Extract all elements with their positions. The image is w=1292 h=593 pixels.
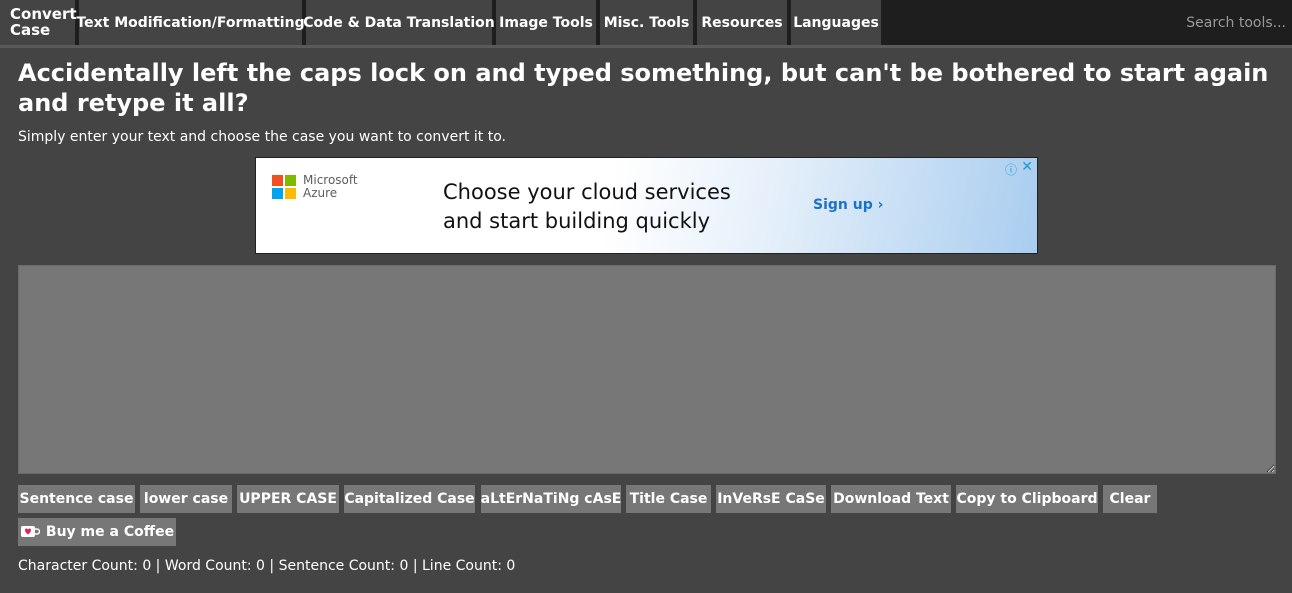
- alternating-case-button[interactable]: aLtErNaTiNg cAsE: [481, 485, 621, 513]
- nav-item-image-tools[interactable]: Image Tools: [496, 0, 596, 45]
- ad-headline-line-1: Choose your cloud services: [443, 180, 731, 204]
- microsoft-logo-icon: [272, 175, 296, 199]
- ad-signup-link[interactable]: Sign up ›: [813, 197, 883, 213]
- copy-to-clipboard-button[interactable]: Copy to Clipboard: [956, 485, 1098, 513]
- nav-item-text-modification[interactable]: Text Modification/Formatting: [76, 0, 305, 45]
- download-text-button[interactable]: Download Text: [831, 485, 951, 513]
- page-title: Accidentally left the caps lock on and t…: [18, 59, 1269, 117]
- sentence-case-button[interactable]: Sentence case: [18, 485, 135, 513]
- nav-item-languages[interactable]: Languages: [791, 0, 881, 45]
- text-stats: Character Count: 0 | Word Count: 0 | Sen…: [18, 558, 515, 574]
- inverse-case-button[interactable]: InVeRsE CaSe: [716, 485, 826, 513]
- site-logo[interactable]: Convert Case: [0, 0, 77, 45]
- close-icon[interactable]: ✕: [1021, 159, 1033, 175]
- character-count-label: Character Count:: [18, 558, 143, 574]
- coffee-cup-icon: [20, 525, 41, 539]
- ad-headline: Choose your cloud services and start bui…: [443, 178, 763, 236]
- line-count-label: Line Count:: [422, 558, 507, 574]
- separator: |: [408, 558, 422, 574]
- clear-button[interactable]: Clear: [1103, 485, 1157, 513]
- separator: |: [264, 558, 279, 574]
- capitalized-case-button[interactable]: Capitalized Case: [344, 485, 475, 513]
- logo-line-1: Convert: [10, 5, 77, 23]
- title-case-button[interactable]: Title Case: [626, 485, 711, 513]
- search-input[interactable]: [1176, 13, 1286, 33]
- text-input-area[interactable]: [18, 265, 1276, 474]
- nav-item-misc-tools[interactable]: Misc. Tools: [600, 0, 693, 45]
- word-count-label: Word Count:: [164, 558, 257, 574]
- word-count-value: 0: [256, 558, 265, 574]
- separator: |: [151, 558, 165, 574]
- line-count-value: 0: [506, 558, 516, 574]
- info-icon[interactable]: ⓘ: [1005, 161, 1017, 178]
- character-count-value: 0: [142, 558, 152, 574]
- nav-item-code-data-translation[interactable]: Code & Data Translation: [303, 0, 495, 45]
- page-subtitle: Simply enter your text and choose the ca…: [18, 129, 506, 145]
- ad-brand-line-2: Azure: [303, 186, 338, 200]
- upper-case-button[interactable]: UPPER CASE: [237, 485, 339, 513]
- buy-coffee-label: Buy me a Coffee: [45, 524, 175, 540]
- nav-item-resources[interactable]: Resources: [697, 0, 787, 45]
- buy-coffee-button[interactable]: Buy me a Coffee: [18, 518, 176, 546]
- top-nav: Convert Case Text Modification/Formattin…: [0, 0, 1292, 48]
- lower-case-button[interactable]: lower case: [140, 485, 232, 513]
- logo-line-2: Case: [10, 21, 51, 39]
- ad-headline-line-2: and start building quickly: [443, 209, 711, 233]
- ad-brand: Microsoft Azure: [303, 174, 358, 200]
- sentence-count-label: Sentence Count:: [278, 558, 400, 574]
- ad-banner[interactable]: Microsoft Azure Choose your cloud servic…: [255, 157, 1038, 254]
